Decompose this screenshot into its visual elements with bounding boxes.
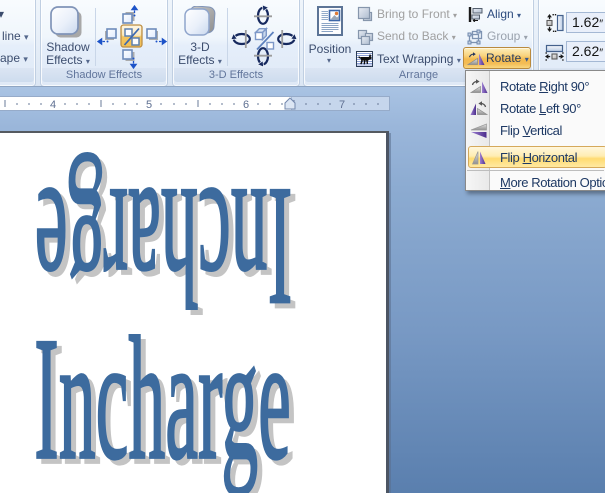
svg-text:7: 7 — [339, 99, 345, 111]
svg-text:6: 6 — [243, 99, 249, 111]
svg-text:4: 4 — [50, 99, 56, 111]
svg-text:Incharge: Incharge — [34, 302, 291, 493]
svg-text:5: 5 — [146, 99, 152, 111]
